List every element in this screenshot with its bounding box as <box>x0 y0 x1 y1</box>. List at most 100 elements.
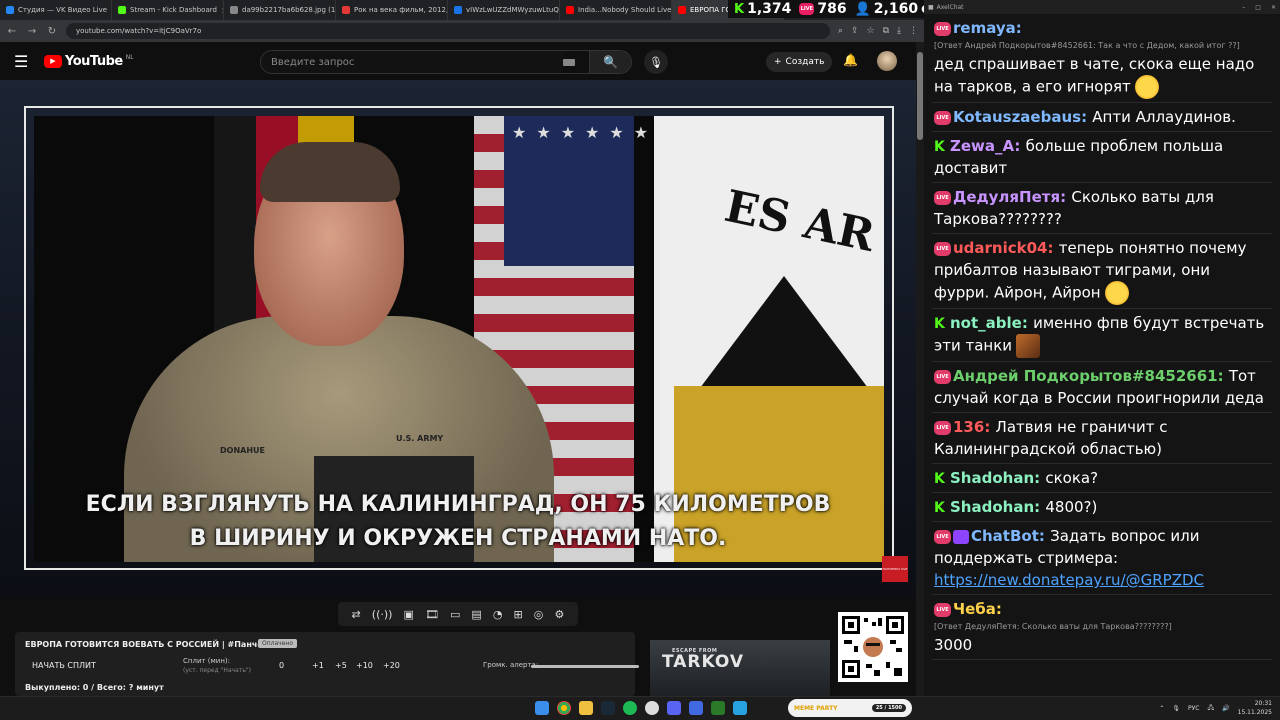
browser-tab[interactable]: India...Nobody Should Live I...× <box>560 0 672 20</box>
live-source-icon: LIVE <box>934 190 951 205</box>
maximize-icon[interactable]: □ <box>1255 4 1261 11</box>
tab-favicon-icon <box>566 6 574 14</box>
chat-username[interactable]: not_able <box>950 314 1022 332</box>
minimize-icon[interactable]: – <box>1242 4 1245 11</box>
volume-icon[interactable]: 🔊 <box>1222 705 1229 712</box>
windows-start-icon[interactable] <box>535 701 549 715</box>
keyboard-icon[interactable] <box>563 58 575 66</box>
chat-username[interactable]: ChatBot <box>971 527 1039 545</box>
film-icon[interactable]: 🎞 <box>425 608 439 621</box>
chat-username[interactable]: udarnick04 <box>953 239 1048 257</box>
language-indicator[interactable]: РУС <box>1188 705 1199 712</box>
grid-icon[interactable]: ▤ <box>471 608 481 621</box>
share-icon[interactable]: ⇪ <box>851 26 859 36</box>
browser-tab[interactable]: Рок на века фильм, 2012, д...× <box>336 0 448 20</box>
extensions-icon[interactable]: ⧉ <box>883 26 889 36</box>
split-value[interactable]: 0 <box>279 661 284 670</box>
file-explorer-icon[interactable] <box>579 701 593 715</box>
obs-icon[interactable] <box>645 701 659 715</box>
chat-username[interactable]: Zewa_A <box>950 137 1014 155</box>
windows-taskbar: MEME PARTY 25 / 1500 ⌃ 🎙 РУС 🖧 🔊 20:31 1… <box>0 696 1280 720</box>
chat-username[interactable]: Shadohan <box>950 498 1034 516</box>
bookmark-star-icon[interactable]: ☆ <box>867 26 875 36</box>
chat-feed[interactable]: LIVE remaya: [Ответ Андрей Подкорытов#845… <box>924 14 1280 696</box>
speed-gauge-icon[interactable]: ◔ <box>493 608 503 621</box>
browser-tab[interactable]: Stream - Kick Dashboard× <box>112 0 224 20</box>
gear-icon[interactable]: ⚙ <box>554 608 564 621</box>
chat-username[interactable]: Shadohan <box>950 469 1034 487</box>
search-input[interactable] <box>261 51 563 73</box>
donation-link[interactable]: https://new.donatepay.ru/@GRPZDC <box>934 571 1204 589</box>
chevron-up-icon[interactable]: ⌃ <box>1159 705 1164 712</box>
split-hint: (уст. перед "Начать") <box>183 667 251 674</box>
meme-party-progress: 25 / 1500 <box>871 704 906 712</box>
menu-dots-icon[interactable]: ⋮ <box>909 26 918 36</box>
live-source-icon: LIVE <box>934 21 951 36</box>
close-icon[interactable]: ✕ <box>1271 4 1276 11</box>
chat-username[interactable]: Чеба <box>953 600 996 618</box>
notifications-bell-icon[interactable]: 🔔 <box>843 53 858 67</box>
steam-icon[interactable] <box>601 701 615 715</box>
telegram-icon[interactable] <box>733 701 747 715</box>
page-scrollbar[interactable] <box>916 42 924 696</box>
live-source-icon: LIVE <box>934 241 951 256</box>
chat-username[interactable]: ДедуляПетя <box>953 188 1060 206</box>
translate-icon[interactable]: ⌕ <box>838 26 843 36</box>
network-icon[interactable]: 🖧 <box>1207 703 1214 713</box>
clock[interactable]: 20:31 15.11.2025 <box>1238 699 1272 717</box>
start-split-button[interactable]: НАЧАТЬ СПЛИТ <box>32 661 96 670</box>
region-code: NL <box>125 53 134 61</box>
create-button[interactable]: + Создать <box>766 52 833 72</box>
meme-party-widget[interactable]: MEME PARTY 25 / 1500 <box>788 699 912 717</box>
app-icon[interactable] <box>711 701 725 715</box>
add-screen-icon[interactable]: ⊞ <box>514 608 523 621</box>
microphone-tray-icon[interactable]: 🎙 <box>1172 705 1180 712</box>
browser-tab[interactable]: vIWzLwUZZdMWyzuwLtuQs...× <box>448 0 560 20</box>
loop-icon[interactable]: ⇄ <box>352 608 361 621</box>
video-player[interactable]: ★★★★★★★★★★★★★★★ ES AR DONAHUE U.S. ARMY … <box>0 80 916 598</box>
avatar[interactable] <box>877 51 897 71</box>
spotify-icon[interactable] <box>623 701 637 715</box>
increment-button-5[interactable]: +5 <box>335 661 347 670</box>
kick-source-icon: K <box>934 499 945 516</box>
download-icon[interactable]: ⤓ <box>897 26 901 36</box>
alert-volume-slider[interactable] <box>531 665 639 668</box>
screen-settings-icon[interactable]: ▣ <box>404 608 414 621</box>
increment-button-1[interactable]: +1 <box>312 661 324 670</box>
chat-username[interactable]: 136 <box>953 418 984 436</box>
scrollbar-thumb[interactable] <box>917 52 923 140</box>
increment-button-20[interactable]: +20 <box>383 661 400 670</box>
youtube-logo[interactable]: ▶ YouTube NL <box>44 54 134 69</box>
paid-badge: Оплачено <box>258 639 297 648</box>
search-button[interactable]: 🔍 <box>589 51 631 73</box>
tab-label: India...Nobody Should Live I... <box>578 6 672 14</box>
browser-tab[interactable]: Студия — VK Видео Live× <box>0 0 112 20</box>
back-icon[interactable]: ← <box>6 26 18 37</box>
picture-icon[interactable]: ▭ <box>450 608 460 621</box>
chat-username[interactable]: Kotauszaebaus <box>953 108 1081 126</box>
chat-username-separator: : <box>1015 19 1022 37</box>
chat-message: LIVE udarnick04: теперь понятно почему пр… <box>932 234 1272 309</box>
chat-message: K Zewa_A: больше проблем польша доставит <box>932 132 1272 183</box>
discord-icon[interactable] <box>667 701 681 715</box>
alert-volume-label: Громк. алерта: <box>483 661 539 669</box>
voice-search-button[interactable]: 🎙 <box>644 50 668 74</box>
chat-window-title: AxelChat <box>936 3 964 11</box>
hamburger-menu-icon[interactable]: ☰ <box>14 52 34 71</box>
camera-icon[interactable]: ◎ <box>534 608 544 621</box>
chat-username[interactable]: remaya <box>953 19 1016 37</box>
reload-icon[interactable]: ↻ <box>46 26 58 37</box>
browser-tab[interactable]: da99b2217ba6b628.jpg (13...× <box>224 0 336 20</box>
chat-message: LIVE remaya: [Ответ Андрей Подкорытов#845… <box>932 14 1272 103</box>
clock-time: 20:31 <box>1254 700 1272 707</box>
broadcast-icon[interactable]: ((·)) <box>372 608 393 621</box>
chat-username[interactable]: Андрей Подкорытов#8452661 <box>953 367 1218 385</box>
tab-label: vIWzLwUZZdMWyzuwLtuQs... <box>466 6 560 14</box>
live-source-icon: LIVE <box>934 529 951 544</box>
forward-icon[interactable]: → <box>26 26 38 37</box>
search-box: 🔍 <box>260 50 632 74</box>
media-player-icon[interactable] <box>689 701 703 715</box>
increment-button-10[interactable]: +10 <box>356 661 373 670</box>
chrome-icon[interactable] <box>557 701 571 715</box>
address-bar[interactable]: youtube.com/watch?v=itjC9OaVr7o <box>66 23 830 39</box>
